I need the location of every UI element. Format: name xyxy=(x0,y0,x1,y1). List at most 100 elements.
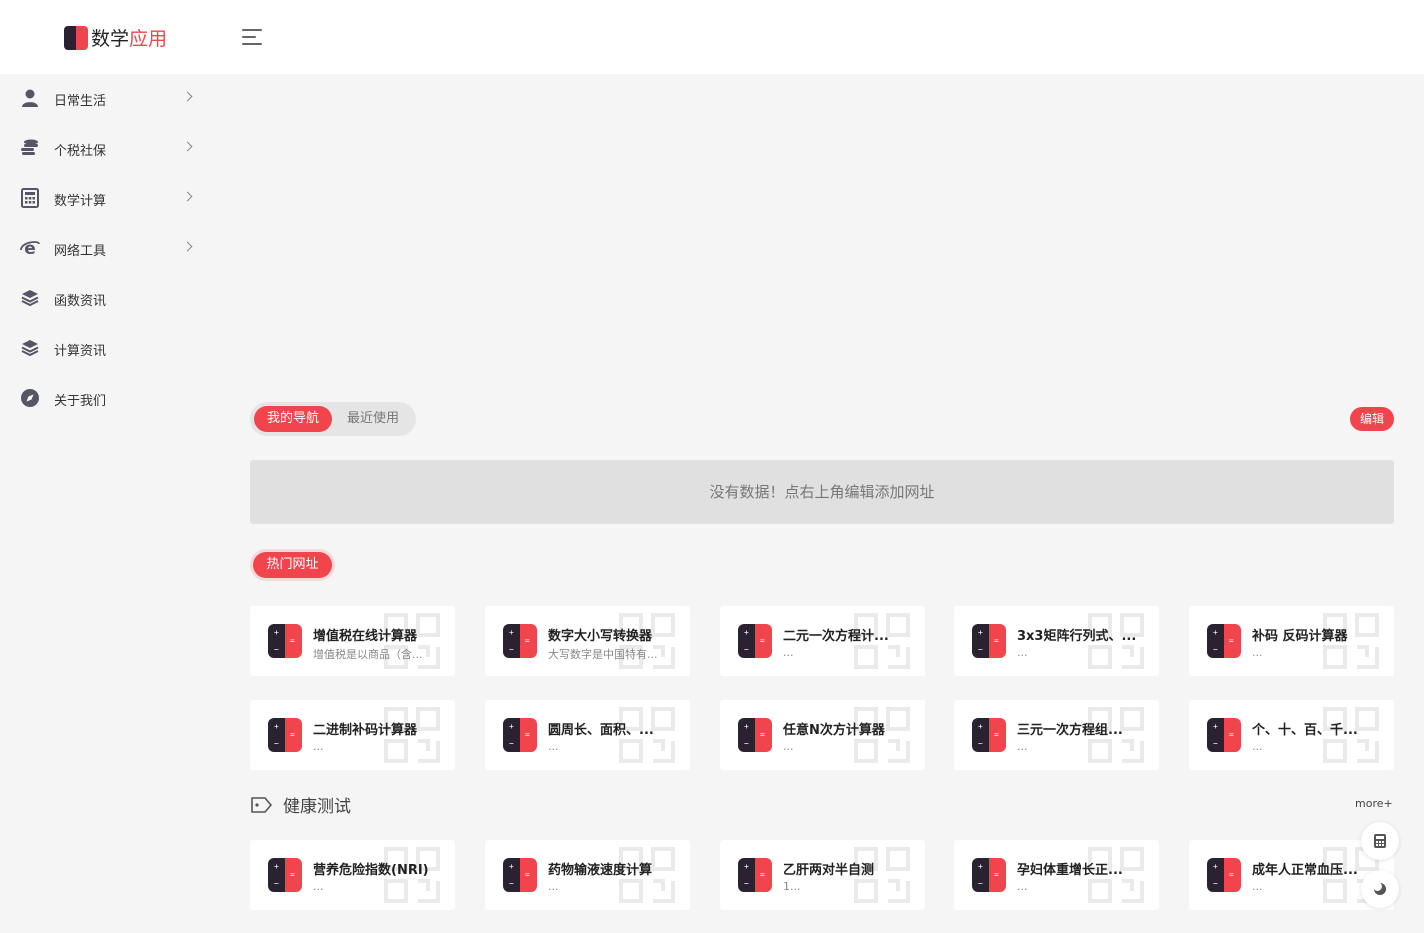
card-desc: 1... xyxy=(783,880,801,893)
sidebar-item-math[interactable]: 数学计算 xyxy=(0,174,215,224)
card-title: 三元一次方程组... xyxy=(1017,723,1123,738)
card-desc: ... xyxy=(548,880,559,893)
tag-icon xyxy=(251,796,272,813)
sidebar-item-tax[interactable]: 个税社保 xyxy=(0,124,215,174)
card-desc: ... xyxy=(1252,646,1263,659)
chevron-right-icon xyxy=(182,141,193,152)
site-card[interactable]: + − = 孕妇体重增长正... ... xyxy=(954,840,1159,910)
sidebar: 日常生活 个税社保 数学计算 e 网络工具 函数资讯 计算资讯 关于我们 xyxy=(0,74,215,933)
more-link[interactable]: more+ xyxy=(1355,797,1393,810)
site-card[interactable]: + − = 补码 反码计算器 ... xyxy=(1189,606,1394,676)
sidebar-item-label: 日常生活 xyxy=(54,93,107,109)
calculator-icon xyxy=(1374,834,1386,848)
section-header: 健康测试 xyxy=(250,792,351,817)
card-title: 药物输液速度计算 xyxy=(548,863,653,878)
card-desc: ... xyxy=(783,740,794,753)
card-desc: ... xyxy=(1017,646,1028,659)
menu-toggle-icon[interactable] xyxy=(242,28,264,46)
site-card[interactable]: + − = 营养危险指数(NRI) ... xyxy=(250,840,455,910)
card-desc: ... xyxy=(1017,740,1028,753)
app-title: 数学应用 xyxy=(91,28,168,50)
card-desc: 大写数字是中国特有... xyxy=(548,648,658,661)
sidebar-item-about[interactable]: 关于我们 xyxy=(0,374,215,424)
card-desc: 增值税是以商品（含... xyxy=(313,648,423,661)
site-card[interactable]: + − = 个、十、百、千... ... xyxy=(1189,700,1394,770)
card-desc: ... xyxy=(1017,880,1028,893)
site-card[interactable]: + − = 二元一次方程计... ... xyxy=(720,606,925,676)
card-title: 乙肝两对半自测 xyxy=(783,863,875,878)
calculator-app-icon: + − = xyxy=(972,858,1006,892)
calculator-app-icon: + − = xyxy=(268,718,302,752)
calculator-app-icon: + − = xyxy=(1207,624,1241,658)
calculator-app-icon: + − = xyxy=(738,718,772,752)
card-title: 个、十、百、千... xyxy=(1252,723,1358,738)
moon-icon xyxy=(1373,882,1386,895)
site-card[interactable]: + − = 药物输液速度计算 ... xyxy=(485,840,690,910)
sidebar-item-label: 数学计算 xyxy=(54,193,107,209)
card-desc: ... xyxy=(1252,880,1263,893)
calculator-app-icon: + − = xyxy=(1207,718,1241,752)
calculator-app-icon: + − = xyxy=(972,624,1006,658)
card-desc: ... xyxy=(313,740,324,753)
card-desc: ... xyxy=(783,646,794,659)
calculator-app-icon: + − = xyxy=(738,858,772,892)
nav-tabs: 我的导航 最近使用 xyxy=(250,402,416,436)
top-bar: 数学应用 xyxy=(0,0,1424,74)
card-title: 补码 反码计算器 xyxy=(1252,629,1348,644)
calculator-app-icon: + − = xyxy=(503,624,537,658)
site-card[interactable]: + − = 3x3矩阵行列式、... ... xyxy=(954,606,1159,676)
sidebar-item-network[interactable]: e 网络工具 xyxy=(0,224,215,274)
calculator-app-icon: + − = xyxy=(1207,858,1241,892)
site-card[interactable]: + − = 任意N次方计算器 ... xyxy=(720,700,925,770)
card-title: 营养危险指数(NRI) xyxy=(313,863,429,878)
card-title: 二元一次方程计... xyxy=(783,629,889,644)
site-card[interactable]: + − = 乙肝两对半自测 1... xyxy=(720,840,925,910)
sidebar-item-label: 个税社保 xyxy=(54,143,107,159)
calculator-float-button[interactable] xyxy=(1361,822,1399,860)
tab-recent[interactable]: 最近使用 xyxy=(338,406,408,432)
section-title: 健康测试 xyxy=(283,797,351,817)
card-desc: ... xyxy=(313,880,324,893)
card-title: 圆周长、面积、... xyxy=(548,723,654,738)
card-title: 3x3矩阵行列式、... xyxy=(1017,629,1137,644)
theme-toggle-button[interactable] xyxy=(1361,870,1399,908)
card-desc: ... xyxy=(548,740,559,753)
sidebar-item-label: 计算资讯 xyxy=(54,343,107,359)
sidebar-item-daily-life[interactable]: 日常生活 xyxy=(0,74,215,124)
chevron-right-icon xyxy=(182,191,193,202)
sidebar-item-label: 网络工具 xyxy=(54,243,107,259)
card-title: 数字大小写转换器 xyxy=(548,629,653,644)
calculator-app-icon: + − = xyxy=(503,858,537,892)
sidebar-item-calc-news[interactable]: 计算资讯 xyxy=(0,324,215,374)
hot-sites-label: 热门网址 xyxy=(250,549,335,581)
calculator-app-icon: + − = xyxy=(503,718,537,752)
chevron-right-icon xyxy=(182,91,193,102)
card-title: 孕妇体重增长正... xyxy=(1017,863,1123,878)
edit-button[interactable]: 编辑 xyxy=(1350,407,1394,431)
coins-icon xyxy=(21,139,38,155)
chevron-right-icon xyxy=(182,241,193,252)
site-card[interactable]: + − = 增值税在线计算器 增值税是以商品（含... xyxy=(250,606,455,676)
tab-my-nav[interactable]: 我的导航 xyxy=(254,406,332,432)
calculator-app-icon: + − = xyxy=(268,624,302,658)
card-desc: ... xyxy=(1252,740,1263,753)
card-title: 二进制补码计算器 xyxy=(313,723,418,738)
app-logo[interactable]: 数学应用 xyxy=(64,24,167,51)
calculator-icon xyxy=(21,188,39,208)
site-card[interactable]: + − = 数字大小写转换器 大写数字是中国特有... xyxy=(485,606,690,676)
site-card[interactable]: + − = 三元一次方程组... ... xyxy=(954,700,1159,770)
compass-icon xyxy=(21,389,39,407)
layers-icon xyxy=(21,340,39,357)
site-card[interactable]: + − = 二进制补码计算器 ... xyxy=(250,700,455,770)
sidebar-item-function-news[interactable]: 函数资讯 xyxy=(0,274,215,324)
card-title: 任意N次方计算器 xyxy=(783,723,885,738)
empty-message: 没有数据！点右上角编辑添加网址 xyxy=(250,460,1394,524)
ie-browser-icon: e xyxy=(20,239,40,258)
sidebar-item-label: 关于我们 xyxy=(54,393,107,409)
card-title: 增值税在线计算器 xyxy=(313,629,418,644)
sidebar-item-label: 函数资讯 xyxy=(54,293,107,309)
site-card[interactable]: + − = 圆周长、面积、... ... xyxy=(485,700,690,770)
calculator-app-icon: + − = xyxy=(738,624,772,658)
layers-icon xyxy=(21,290,39,307)
user-icon xyxy=(22,89,38,107)
